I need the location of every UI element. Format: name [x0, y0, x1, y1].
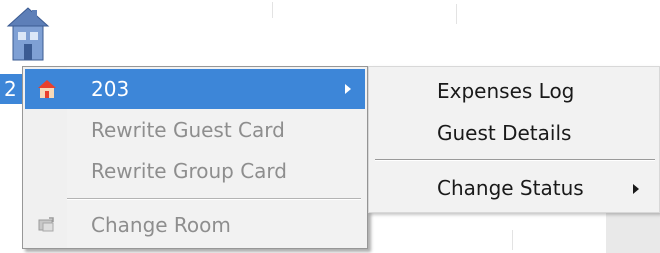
submenu-item-guest-details[interactable]: Guest Details: [369, 113, 659, 153]
room-house-icon[interactable]: [6, 6, 50, 64]
background-divider: [512, 230, 513, 250]
menu-item-rewrite-group-card[interactable]: Rewrite Group Card: [25, 151, 365, 191]
menu-item-label: Change Room: [91, 213, 231, 237]
menu-item-label: Rewrite Group Card: [91, 159, 287, 183]
background-divider: [272, 2, 273, 18]
change-room-icon: [37, 215, 57, 235]
room-label[interactable]: 2: [0, 74, 22, 104]
chevron-right-icon: [345, 84, 351, 94]
menu-separator: [67, 198, 361, 200]
submenu-item-label: Guest Details: [437, 121, 572, 145]
submenu-separator: [375, 159, 655, 161]
submenu-item-expenses-log[interactable]: Expenses Log: [369, 71, 659, 111]
menu-item-room-203[interactable]: 203: [25, 69, 365, 109]
menu-item-rewrite-guest-card[interactable]: Rewrite Guest Card: [25, 110, 365, 150]
menu-item-label: Rewrite Guest Card: [91, 118, 285, 142]
background-divider: [456, 4, 457, 24]
chevron-right-icon: [633, 184, 639, 194]
menu-item-change-room[interactable]: Change Room: [25, 205, 365, 245]
menu-item-label: 203: [91, 77, 130, 101]
submenu-item-change-status[interactable]: Change Status: [369, 168, 659, 208]
sub-menu: Expenses Log Guest Details Change Status: [368, 66, 660, 213]
submenu-item-label: Change Status: [437, 176, 584, 200]
house-icon: [37, 79, 57, 99]
submenu-item-label: Expenses Log: [437, 79, 575, 103]
context-menu: 203 Rewrite Guest Card Rewrite Group Car…: [22, 66, 368, 249]
background-panel: [606, 212, 660, 253]
